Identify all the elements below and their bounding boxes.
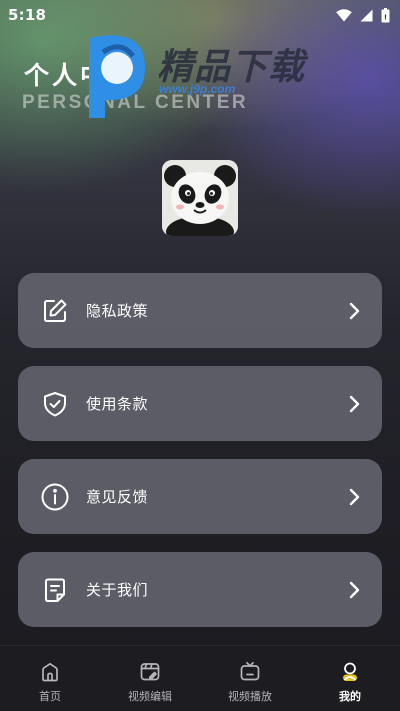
- avatar[interactable]: [162, 160, 238, 236]
- chevron-right-icon: [346, 394, 362, 414]
- menu-item-terms-of-use[interactable]: 使用条款: [18, 366, 382, 441]
- menu-item-privacy-policy[interactable]: 隐私政策: [18, 273, 382, 348]
- document-icon: [40, 575, 70, 605]
- wifi-icon: [336, 8, 352, 21]
- nav-label: 我的: [339, 690, 361, 703]
- video-edit-icon: [138, 660, 162, 684]
- menu-item-label: 关于我们: [86, 581, 149, 599]
- nav-item-video-edit[interactable]: 视频编辑: [100, 646, 200, 711]
- menu-list: 隐私政策 使用条款 意见反馈 关于我们: [18, 273, 382, 645]
- status-bar: 5:18 !: [0, 0, 400, 30]
- battery-icon: !: [381, 7, 390, 22]
- menu-item-label: 意见反馈: [86, 488, 149, 506]
- status-icons: !: [336, 7, 390, 23]
- home-icon: [38, 660, 62, 684]
- menu-item-label: 隐私政策: [86, 302, 149, 320]
- page-title: 个人中心: [24, 61, 137, 90]
- menu-item-label: 使用条款: [86, 395, 149, 413]
- chevron-right-icon: [346, 301, 362, 321]
- edit-icon: [40, 296, 70, 326]
- profile-icon: [338, 660, 362, 684]
- nav-label: 视频播放: [228, 690, 272, 703]
- svg-text:!: !: [384, 13, 387, 21]
- tv-icon: [238, 660, 262, 684]
- bottom-nav: 首页 视频编辑 视频播放 我的: [0, 645, 400, 711]
- nav-label: 视频编辑: [128, 690, 172, 703]
- page-subtitle: PERSONAL CENTER: [22, 92, 249, 113]
- nav-item-video-play[interactable]: 视频播放: [200, 646, 300, 711]
- nav-item-profile[interactable]: 我的: [300, 646, 400, 711]
- nav-label: 首页: [39, 690, 61, 703]
- status-time: 5:18: [8, 6, 47, 24]
- watermark-text: 精品下载: [157, 47, 306, 88]
- menu-item-feedback[interactable]: 意见反馈: [18, 459, 382, 534]
- chevron-right-icon: [346, 487, 362, 507]
- shield-check-icon: [40, 389, 70, 419]
- nav-item-home[interactable]: 首页: [0, 646, 100, 711]
- chevron-right-icon: [346, 580, 362, 600]
- cellular-icon: [360, 9, 373, 21]
- info-icon: [40, 482, 70, 512]
- panda-avatar-icon: [162, 160, 238, 236]
- menu-item-about-us[interactable]: 关于我们: [18, 552, 382, 627]
